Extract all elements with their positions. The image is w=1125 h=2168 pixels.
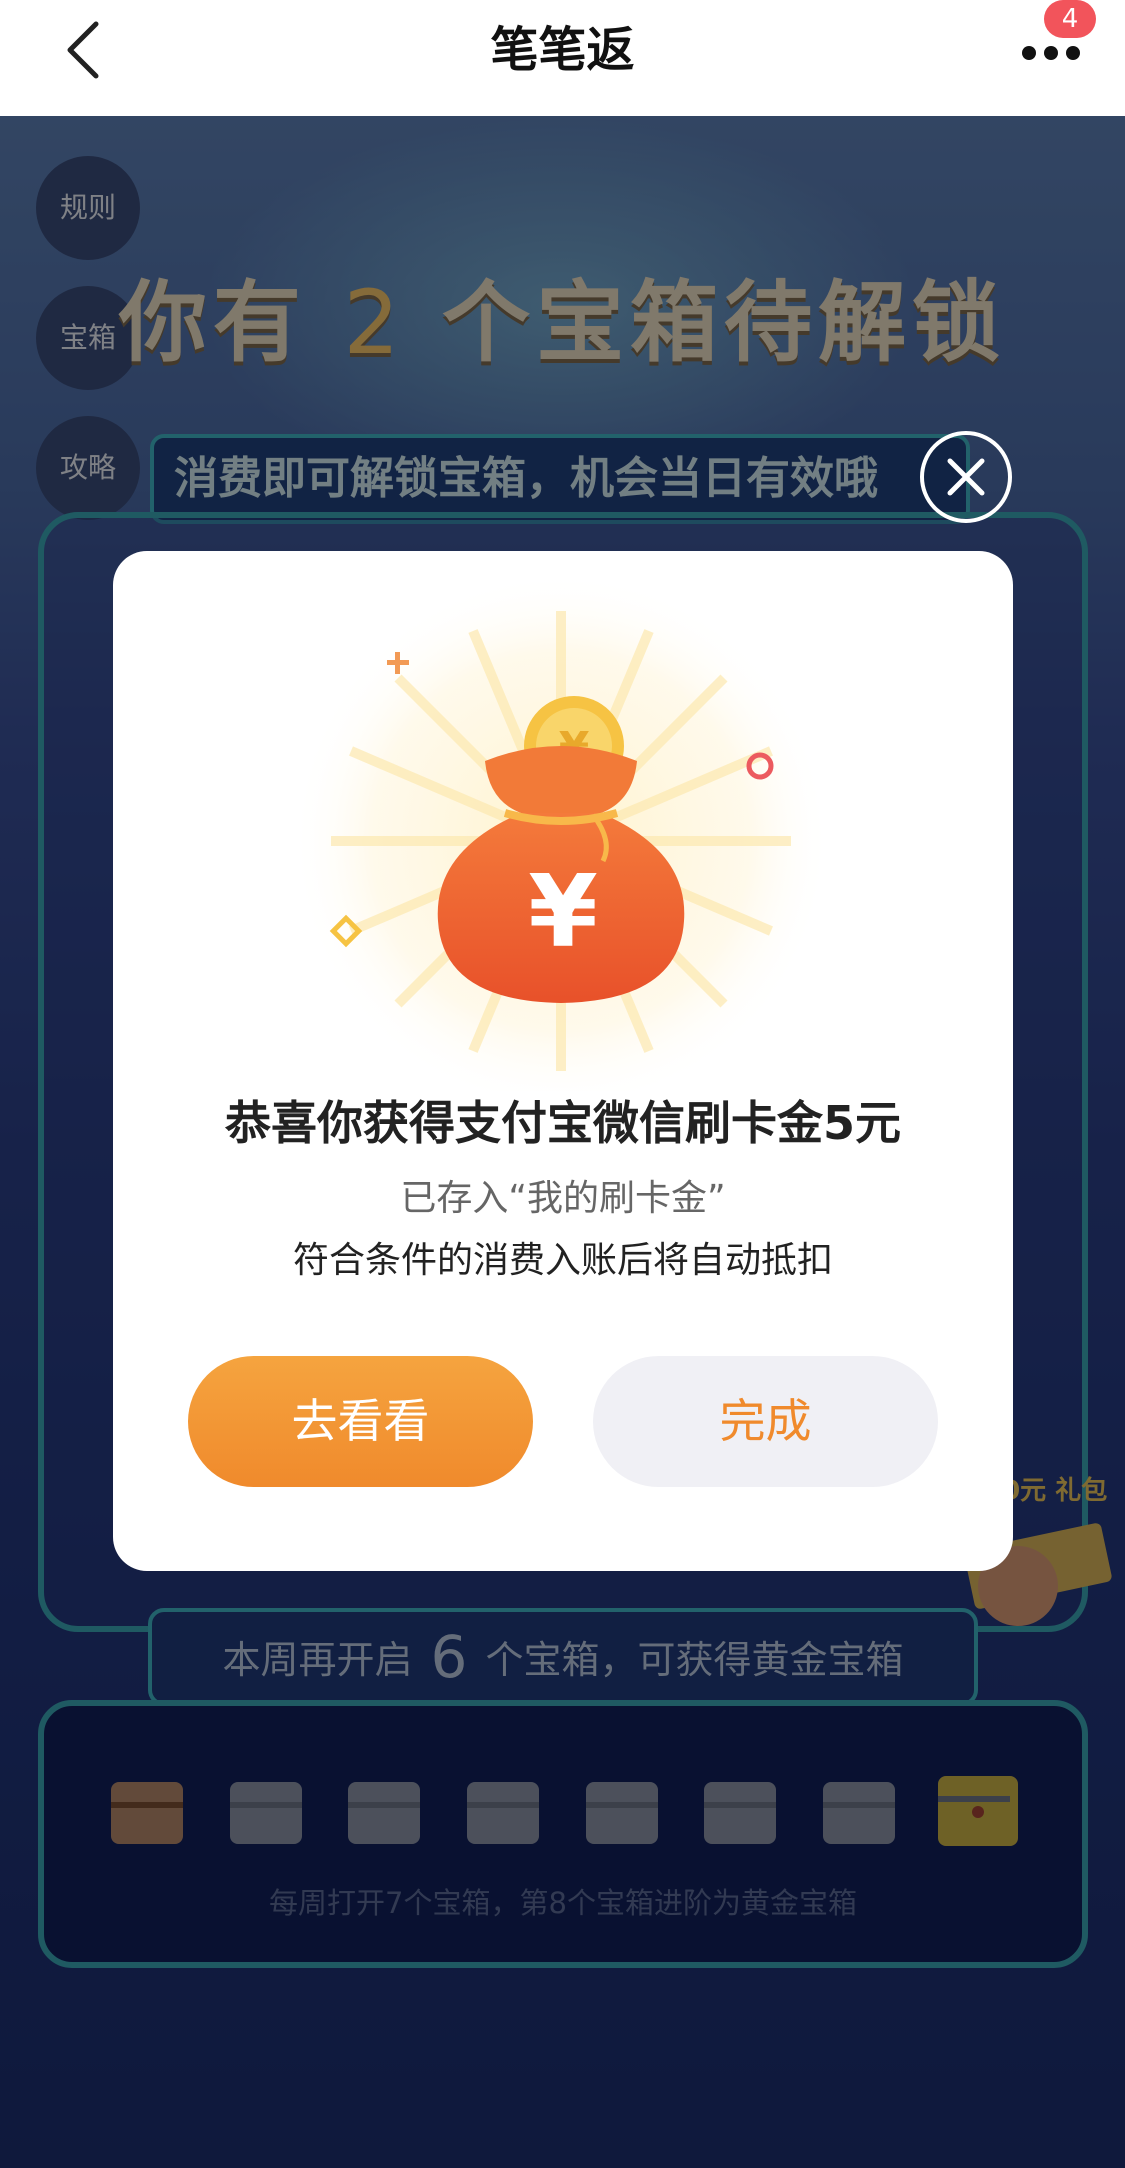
top-nav-bar: 笔笔返 4 bbox=[0, 0, 1125, 116]
more-dots-icon bbox=[1066, 46, 1080, 60]
close-button[interactable] bbox=[920, 431, 1012, 523]
more-dots-icon bbox=[1044, 46, 1058, 60]
close-icon bbox=[947, 458, 985, 496]
page-title: 笔笔返 bbox=[490, 22, 635, 78]
more-dots-icon bbox=[1022, 46, 1036, 60]
notification-badge: 4 bbox=[1044, 0, 1096, 38]
svg-text:¥: ¥ bbox=[528, 853, 598, 970]
reward-title: 恭喜你获得支付宝微信刷卡金5元 bbox=[224, 1096, 901, 1150]
reward-note: 符合条件的消费入账后将自动抵扣 bbox=[292, 1240, 833, 1281]
reward-subtitle: 已存入“我的刷卡金” bbox=[400, 1178, 726, 1219]
view-button[interactable]: 去看看 bbox=[188, 1356, 533, 1487]
money-bag-icon: ¥ ¥ bbox=[291, 571, 831, 1091]
reward-dialog: ¥ ¥ 恭喜你获得支付宝微信刷卡金5元 已存入“我的刷卡金” 符合条件的消费入账… bbox=[113, 551, 1013, 1571]
done-button[interactable]: 完成 bbox=[593, 1356, 938, 1487]
